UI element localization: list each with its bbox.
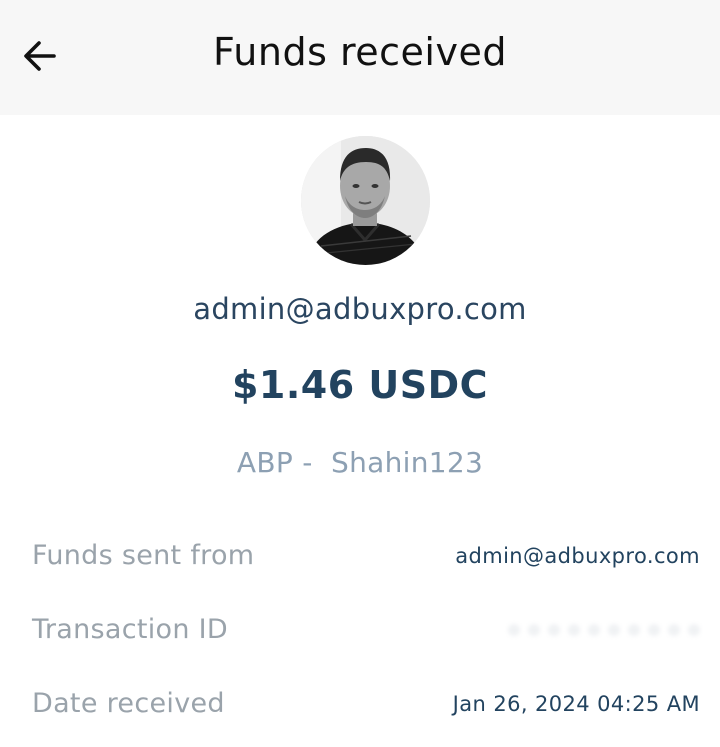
- detail-row-date-received: Date received Jan 26, 2024 04:25 AM: [32, 688, 700, 728]
- detail-label: Funds sent from: [32, 540, 255, 571]
- page-title: Funds received: [213, 30, 507, 74]
- transaction-id-redacted: [500, 624, 700, 642]
- avatar: [301, 136, 430, 265]
- top-app-bar: Funds received: [0, 0, 720, 115]
- detail-row-sent-from: Funds sent from admin@adbuxpro.com: [32, 540, 700, 580]
- transaction-memo: ABP - Shahin123: [236, 446, 484, 479]
- detail-label: Date received: [32, 688, 225, 719]
- user-avatar-photo: [301, 136, 430, 265]
- detail-label: Transaction ID: [32, 614, 228, 645]
- amount-received: $1.46 USDC: [231, 363, 489, 407]
- detail-row-transaction-id: Transaction ID: [32, 614, 700, 654]
- detail-value: admin@adbuxpro.com: [455, 544, 700, 568]
- recipient-email: admin@adbuxpro.com: [193, 292, 527, 326]
- detail-value: Jan 26, 2024 04:25 AM: [452, 692, 700, 716]
